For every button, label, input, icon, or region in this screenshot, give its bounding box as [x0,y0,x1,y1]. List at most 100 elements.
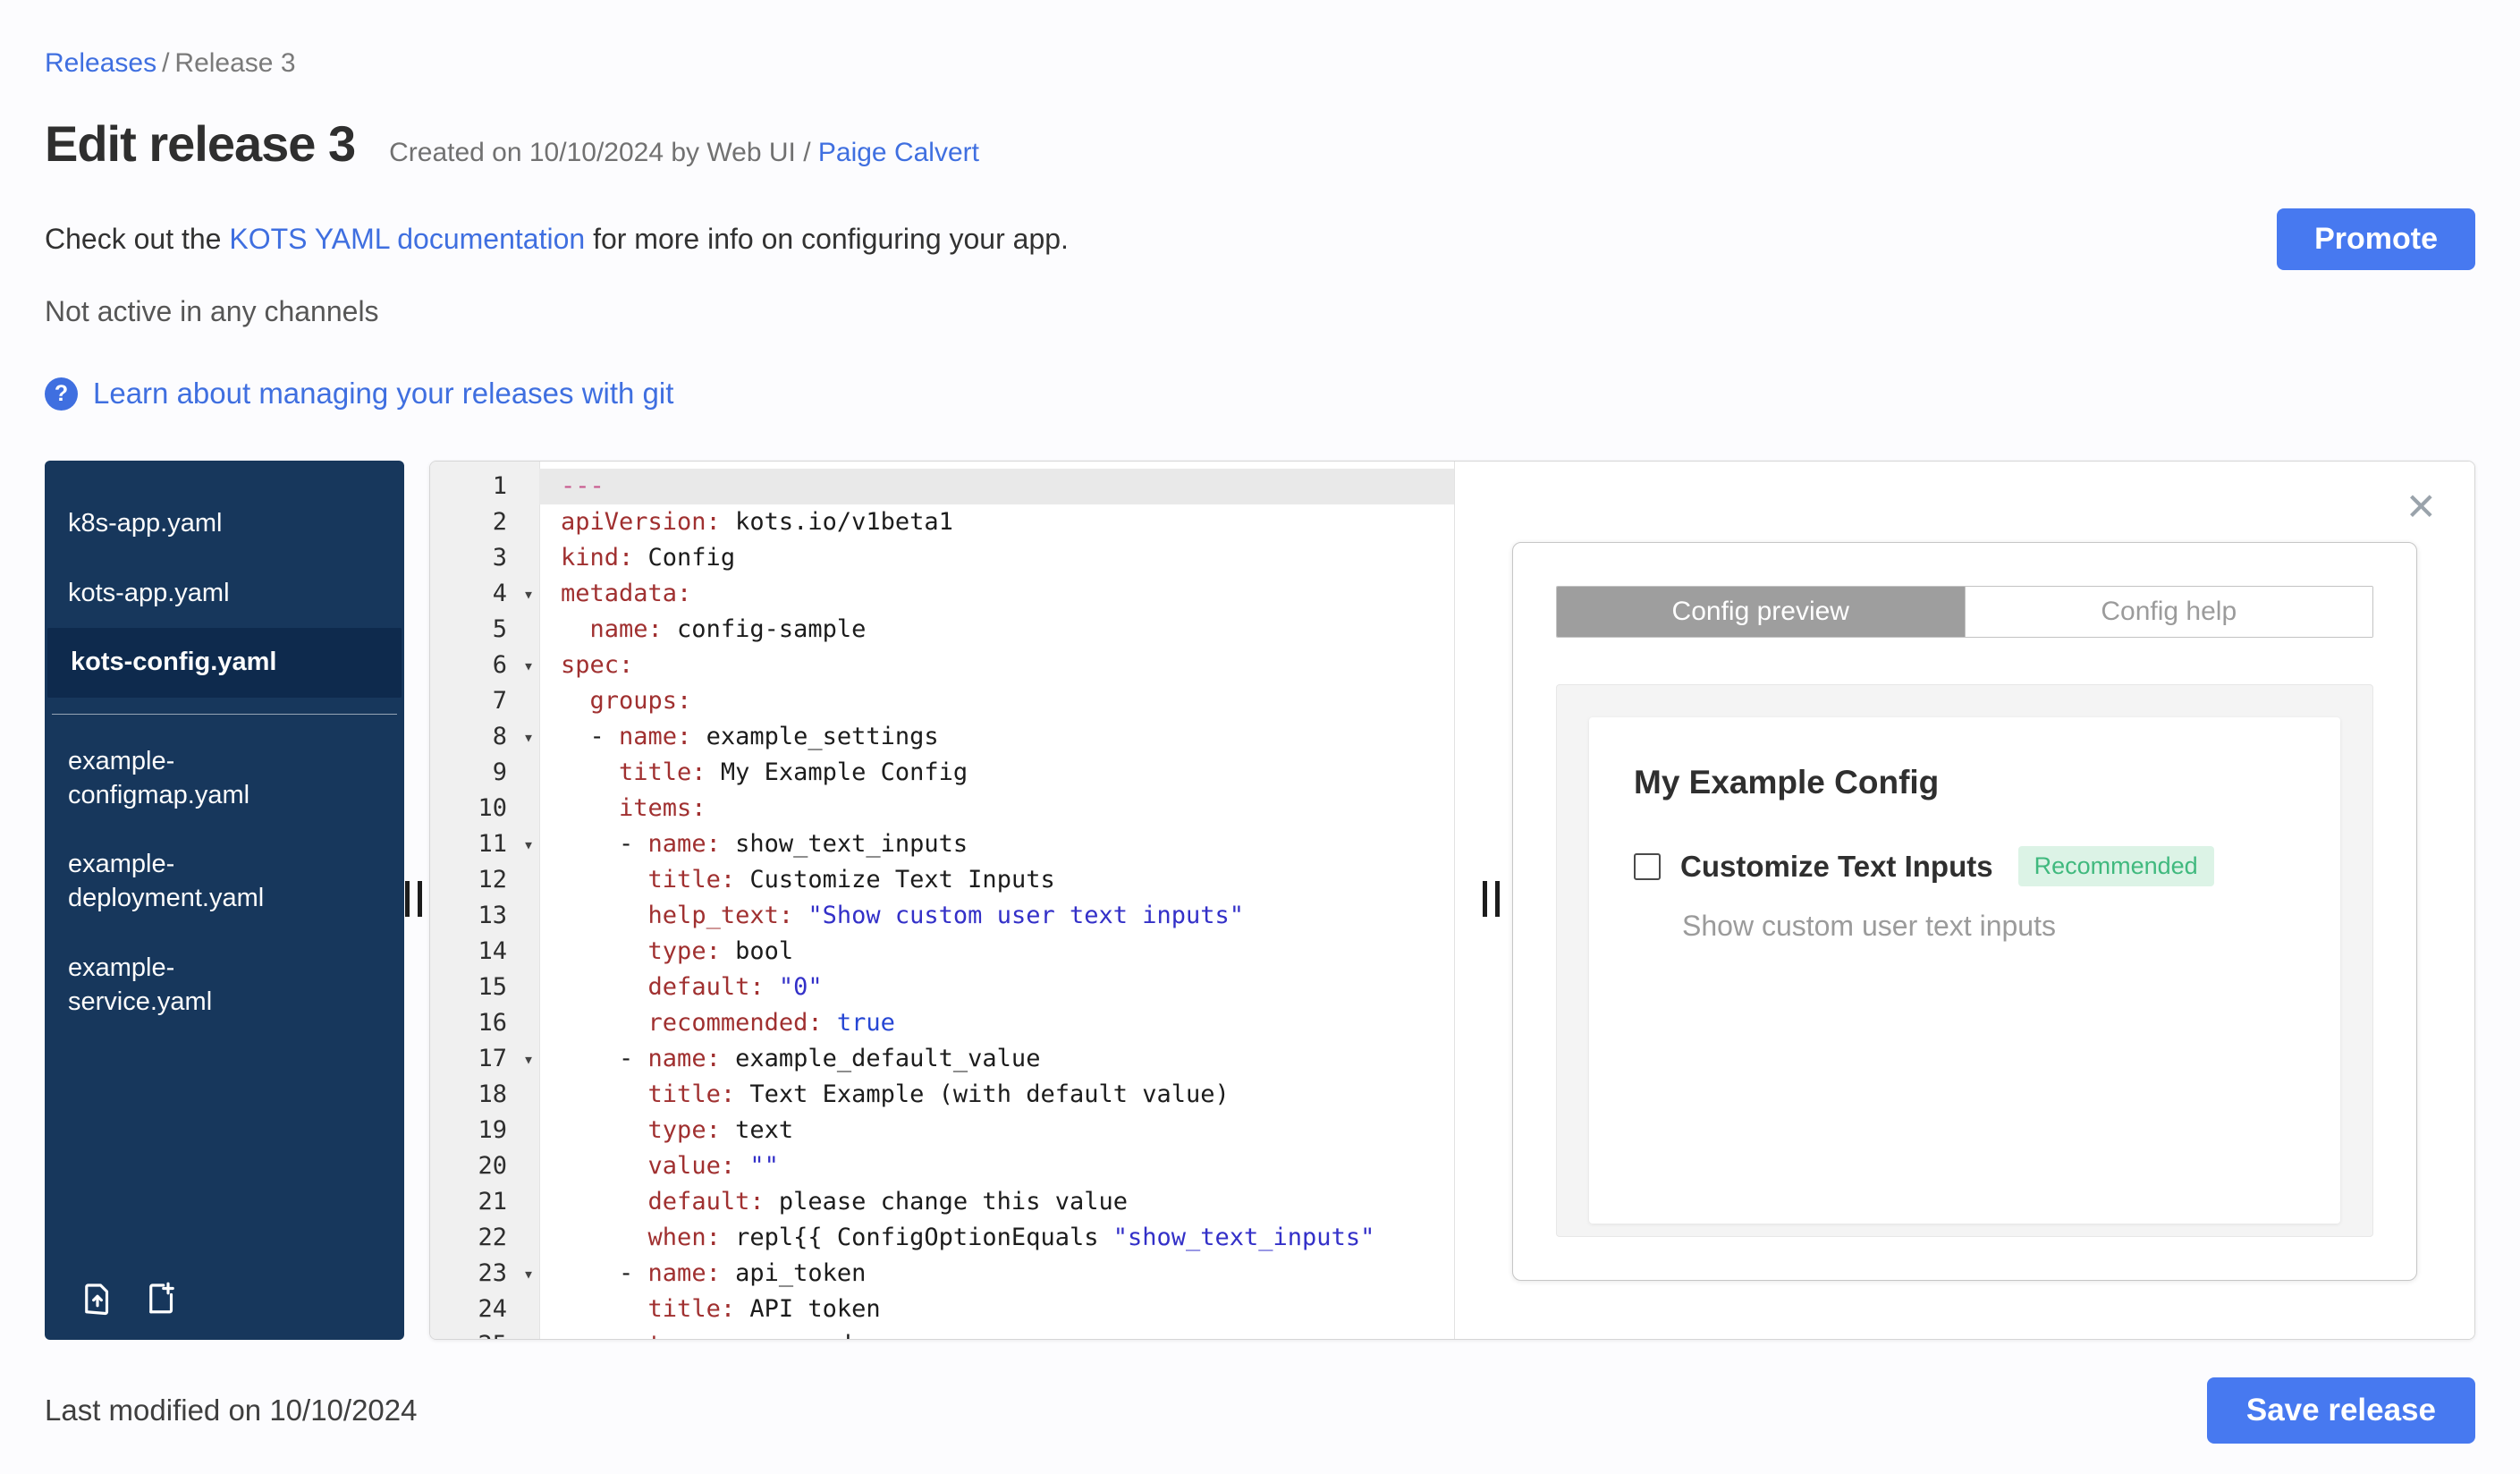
code-line-5[interactable]: 5 name: config-sample [430,612,1454,648]
code-line-10[interactable]: 10 items: [430,791,1454,826]
sidebar-resize-handle[interactable] [405,881,422,917]
code-text: recommended: true [647,1009,895,1037]
tab-config-help[interactable]: Config help [1964,587,2372,637]
code-lines: 1 --- 2 apiVersion: kots.io/v1beta1 3 kind: C… [430,469,1454,1339]
line-number[interactable]: 19 [430,1113,539,1148]
footer: Last modified on 10/10/2024 Save release [45,1377,2475,1444]
line-number[interactable]: 7 [430,683,539,719]
line-number[interactable]: 2 [430,504,539,540]
code-line-9[interactable]: 9 title: My Example Config [430,755,1454,791]
line-number[interactable]: 12 [430,862,539,898]
line-number[interactable]: 25 [430,1327,539,1339]
fold-caret-icon[interactable]: ▾ [523,576,534,612]
fold-caret-icon[interactable]: ▾ [523,1256,534,1292]
code-text: items: [619,794,706,822]
line-number[interactable]: 4 ▾ [430,576,539,612]
line-number[interactable]: 18 [430,1077,539,1113]
editor-resize-handle[interactable] [1483,881,1500,917]
code-line-6[interactable]: 6 ▾ spec: [430,648,1454,683]
line-number[interactable]: 15 [430,970,539,1005]
config-item-label[interactable]: Customize Text Inputs [1680,850,1993,884]
file-sidebar: k8s-app.yaml kots-app.yaml kots-config.yam… [45,461,404,1340]
git-releases-link[interactable]: Learn about managing your releases with … [93,377,673,411]
code-line-19[interactable]: 19 type: text [430,1113,1454,1148]
line-number[interactable]: 9 [430,755,539,791]
code-text: kind: Config [561,544,736,572]
code-line-23[interactable]: 23 ▾ - name: api_token [430,1256,1454,1292]
code-line-20[interactable]: 20 value: "" [430,1148,1454,1184]
config-group-title: My Example Config [1634,764,1940,801]
resize-bar [1495,881,1500,917]
line-number[interactable]: 21 [430,1184,539,1220]
sidebar-file-k8s-app.yaml[interactable]: k8s-app.yaml [45,489,313,559]
code-line-15[interactable]: 15 default: "0" [430,970,1454,1005]
line-number[interactable]: 16 [430,1005,539,1041]
code-text: spec: [561,651,634,679]
code-line-3[interactable]: 3 kind: Config [430,540,1454,576]
code-line-11[interactable]: 11 ▾ - name: show_text_inputs [430,826,1454,862]
close-icon[interactable]: ✕ [2406,485,2437,529]
code-line-21[interactable]: 21 default: please change this value [430,1184,1454,1220]
line-number[interactable]: 17 ▾ [430,1041,539,1077]
code-text: - name: example_settings [561,723,939,750]
line-number[interactable]: 10 [430,791,539,826]
help-question-icon[interactable]: ? [45,377,78,411]
sidebar-file-kots-app.yaml[interactable]: kots-app.yaml [45,559,313,629]
code-line-25[interactable]: 25 type: password [430,1327,1454,1339]
code-line-2[interactable]: 2 apiVersion: kots.io/v1beta1 [430,504,1454,540]
created-info: Created on 10/10/2024 by Web UI / Paige … [389,138,979,168]
line-number[interactable]: 11 ▾ [430,826,539,862]
line-number[interactable]: 3 [430,540,539,576]
fold-caret-icon[interactable]: ▾ [523,648,534,683]
code-line-4[interactable]: 4 ▾ metadata: [430,576,1454,612]
line-number[interactable]: 13 [430,898,539,934]
line-number[interactable]: 1 [430,469,539,504]
fold-caret-icon[interactable]: ▾ [523,719,534,755]
code-text: metadata: [561,580,692,607]
code-line-18[interactable]: 18 title: Text Example (with default val… [430,1077,1454,1113]
config-preview-pane: ✕ Config preview Config help My Example … [1455,462,2474,1339]
line-number[interactable]: 22 [430,1220,539,1256]
promote-button[interactable]: Promote [2277,208,2475,270]
kots-yaml-doc-link[interactable]: KOTS YAML documentation [229,223,585,255]
recommended-badge: Recommended [2017,846,2214,886]
line-number[interactable]: 8 ▾ [430,719,539,755]
code-line-22[interactable]: 22 when: repl{{ ConfigOptionEquals "show… [430,1220,1454,1256]
sidebar-file-example-deployment.yaml[interactable]: example-deployment.yaml [45,830,313,933]
line-number[interactable]: 14 [430,934,539,970]
sidebar-file-kots-config.yaml[interactable]: kots-config.yaml [47,628,402,699]
line-number[interactable]: 5 [430,612,539,648]
code-text: apiVersion: kots.io/v1beta1 [561,508,953,536]
import-file-icon[interactable] [79,1279,116,1317]
fold-caret-icon[interactable]: ▾ [523,826,534,862]
new-file-icon[interactable] [143,1279,181,1317]
code-line-12[interactable]: 12 title: Customize Text Inputs [430,862,1454,898]
code-line-8[interactable]: 8 ▾ - name: example_settings [430,719,1454,755]
code-line-14[interactable]: 14 type: bool [430,934,1454,970]
created-text: Created on 10/10/2024 by Web UI / [389,138,818,167]
code-line-17[interactable]: 17 ▾ - name: example_default_value [430,1041,1454,1077]
created-author-link[interactable]: Paige Calvert [818,138,979,167]
resize-bar [405,881,410,917]
code-line-16[interactable]: 16 recommended: true [430,1005,1454,1041]
resize-bar [1483,881,1487,917]
sidebar-file-example-configmap.yaml[interactable]: example-configmap.yaml [45,727,313,830]
doc-row: Check out the KOTS YAML documentation fo… [45,208,2475,270]
code-text: help_text: "Show custom user text inputs… [647,902,1245,929]
yaml-code-editor[interactable]: 1 --- 2 apiVersion: kots.io/v1beta1 3 kind: C… [430,462,1455,1339]
code-line-1[interactable]: 1 --- [430,469,1454,504]
line-number[interactable]: 23 ▾ [430,1256,539,1292]
breadcrumb-releases-link[interactable]: Releases [45,48,156,78]
code-line-13[interactable]: 13 help_text: "Show custom user text inp… [430,898,1454,934]
code-line-24[interactable]: 24 title: API token [430,1292,1454,1327]
customize-text-inputs-checkbox[interactable] [1634,852,1661,880]
tab-config-preview[interactable]: Config preview [1557,587,1965,637]
doc-suffix: for more info on configuring your app. [585,223,1069,255]
sidebar-file-example-service.yaml[interactable]: example-service.yaml [45,934,313,1037]
fold-caret-icon[interactable]: ▾ [523,1041,534,1077]
line-number[interactable]: 20 [430,1148,539,1184]
code-line-7[interactable]: 7 groups: [430,683,1454,719]
line-number[interactable]: 6 ▾ [430,648,539,683]
line-number[interactable]: 24 [430,1292,539,1327]
save-release-button[interactable]: Save release [2206,1377,2475,1444]
